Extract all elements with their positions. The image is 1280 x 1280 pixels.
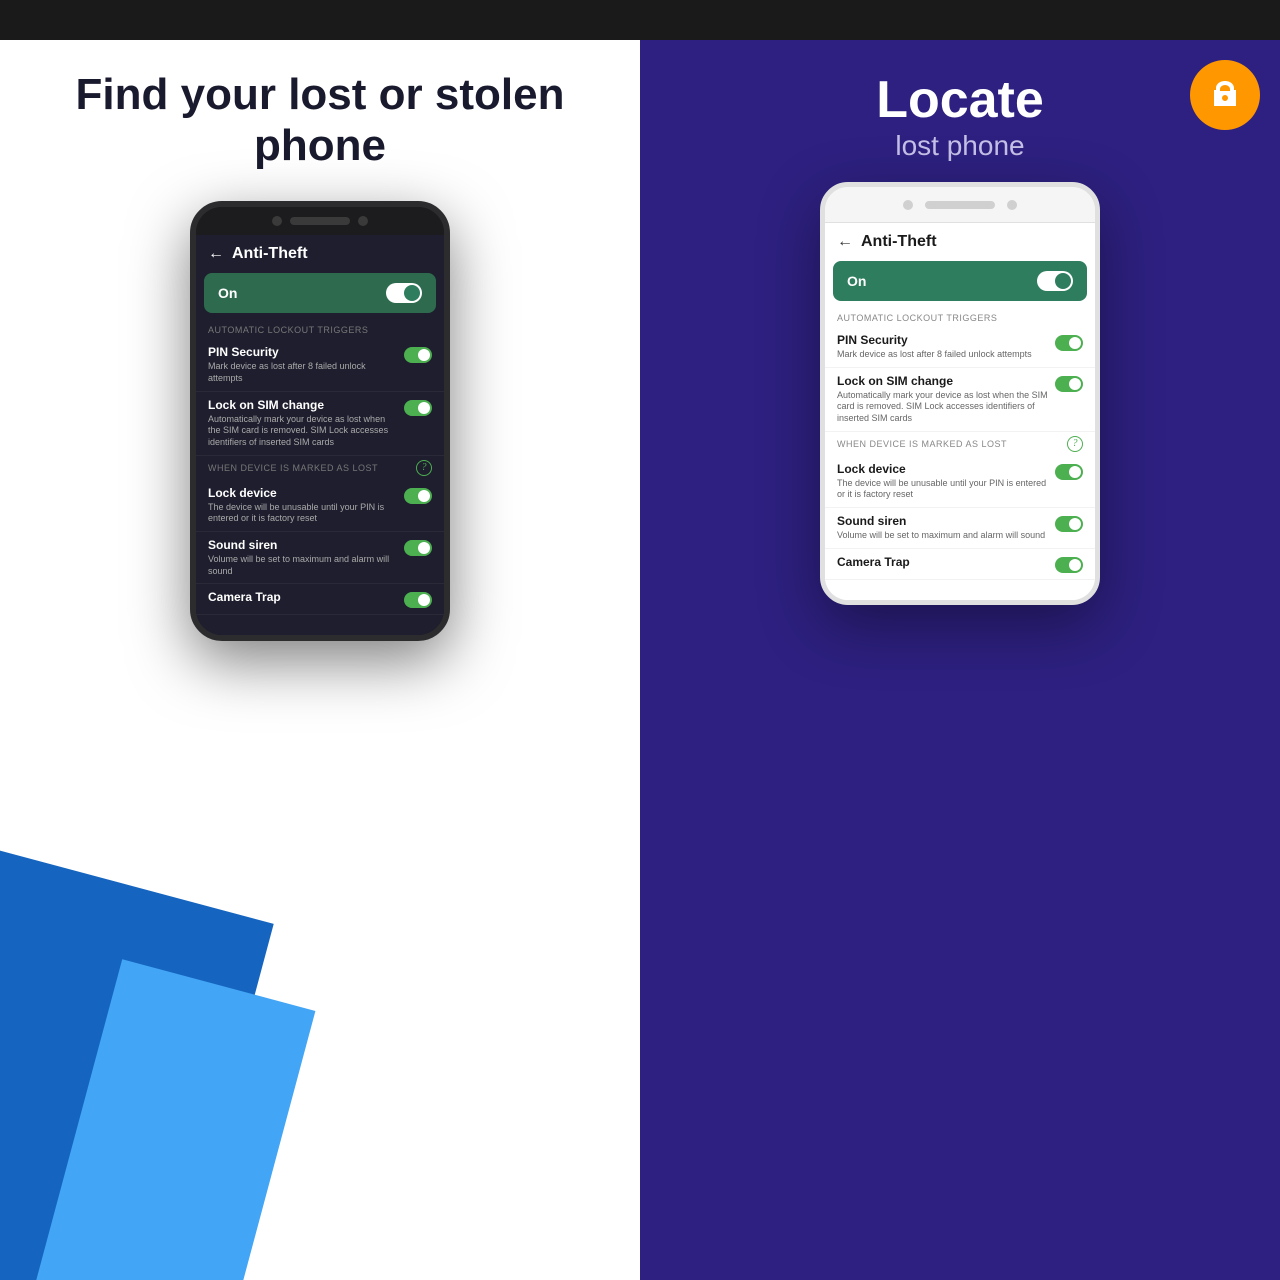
left-camera-toggle[interactable] (404, 592, 432, 608)
left-speaker (290, 217, 350, 225)
right-toggle-bar[interactable]: On (833, 261, 1087, 301)
left-setting-camera-trap: Camera Trap (196, 584, 444, 615)
right-phone-mockup: ← Anti-Theft On AUTOMATIC LOCKOUT TRIGGE… (820, 182, 1100, 605)
left-phone-notch (196, 207, 444, 235)
left-pin-toggle[interactable] (404, 347, 432, 363)
right-back-arrow[interactable]: ← (837, 233, 853, 251)
right-phone-screen: ← Anti-Theft On AUTOMATIC LOCKOUT TRIGGE… (825, 223, 1095, 600)
right-phone-notch (825, 187, 1095, 223)
right-notch-dot1 (903, 200, 913, 210)
right-camera-title: Camera Trap (837, 555, 1049, 569)
left-back-arrow[interactable]: ← (208, 245, 224, 263)
left-lock-toggle[interactable] (404, 488, 432, 504)
right-pin-desc: Mark device as lost after 8 failed unloc… (837, 349, 1049, 361)
left-setting-siren: Sound siren Volume will be set to maximu… (196, 532, 444, 584)
left-siren-toggle[interactable] (404, 540, 432, 556)
left-camera-dot (272, 216, 282, 226)
right-antitheft-title: Anti-Theft (861, 233, 937, 251)
left-sim-desc: Automatically mark your device as lost w… (208, 414, 398, 449)
left-help-icon[interactable]: ? (416, 460, 432, 476)
right-notch-dot2 (1007, 200, 1017, 210)
main-content: Find your lost or stolen phone ← Anti-Th… (0, 40, 1280, 1280)
right-pin-toggle[interactable] (1055, 335, 1083, 351)
left-section-label-2: WHEN DEVICE IS MARKED AS LOST (208, 463, 378, 473)
right-sim-desc: Automatically mark your device as lost w… (837, 390, 1049, 425)
top-bar-right (640, 0, 1280, 40)
left-pin-title: PIN Security (208, 345, 398, 359)
right-setting-siren: Sound siren Volume will be set to maximu… (825, 508, 1095, 549)
left-sim-title: Lock on SIM change (208, 398, 398, 412)
left-camera-text: Camera Trap (208, 590, 398, 606)
right-pin-text: PIN Security Mark device as lost after 8… (837, 333, 1049, 361)
right-lock-text: Lock device The device will be unusable … (837, 462, 1049, 501)
right-pin-title: PIN Security (837, 333, 1049, 347)
left-sim-toggle[interactable] (404, 400, 432, 416)
right-setting-lock-device: Lock device The device will be unusable … (825, 456, 1095, 508)
left-section-label-1: AUTOMATIC LOCKOUT TRIGGERS (196, 321, 444, 339)
left-antitheft-title: Anti-Theft (232, 245, 308, 263)
right-bottom-space (825, 580, 1095, 600)
left-headline: Find your lost or stolen phone (20, 70, 620, 171)
right-help-icon[interactable]: ? (1067, 436, 1083, 452)
badge-icon (1207, 77, 1243, 113)
left-master-toggle[interactable] (386, 283, 422, 303)
right-camera-toggle[interactable] (1055, 557, 1083, 573)
left-siren-desc: Volume will be set to maximum and alarm … (208, 554, 398, 577)
left-toggle-bar[interactable]: On (204, 273, 436, 313)
right-sim-title: Lock on SIM change (837, 374, 1049, 388)
right-panel: Locate lost phone ← Anti-Theft On (640, 40, 1280, 1280)
right-sim-toggle[interactable] (1055, 376, 1083, 392)
right-lock-desc: The device will be unusable until your P… (837, 478, 1049, 501)
right-setting-sim-change: Lock on SIM change Automatically mark yo… (825, 368, 1095, 432)
left-setting-pin-security: PIN Security Mark device as lost after 8… (196, 339, 444, 391)
right-siren-title: Sound siren (837, 514, 1049, 528)
top-bar-left (0, 0, 640, 40)
left-bottom-space (196, 615, 444, 635)
right-siren-desc: Volume will be set to maximum and alarm … (837, 530, 1049, 542)
left-lock-desc: The device will be unusable until your P… (208, 502, 398, 525)
right-section-label-1: AUTOMATIC LOCKOUT TRIGGERS (825, 309, 1095, 327)
left-sim-text: Lock on SIM change Automatically mark yo… (208, 398, 398, 449)
right-section-label-2: WHEN DEVICE IS MARKED AS LOST (837, 439, 1007, 449)
right-headline-sub: lost phone (876, 130, 1044, 162)
left-pin-desc: Mark device as lost after 8 failed unloc… (208, 361, 398, 384)
right-antitheft-header: ← Anti-Theft (825, 223, 1095, 261)
left-camera-dot2 (358, 216, 368, 226)
right-setting-camera-trap: Camera Trap (825, 549, 1095, 580)
left-section-label-2-container: WHEN DEVICE IS MARKED AS LOST ? (196, 456, 444, 480)
left-phone-mockup: ← Anti-Theft On AUTOMATIC LOCKOUT TRIGGE… (190, 201, 450, 641)
left-setting-lock-device: Lock device The device will be unusable … (196, 480, 444, 532)
right-setting-pin-security: PIN Security Mark device as lost after 8… (825, 327, 1095, 368)
orange-badge (1190, 60, 1260, 130)
right-sim-text: Lock on SIM change Automatically mark yo… (837, 374, 1049, 425)
right-lock-title: Lock device (837, 462, 1049, 476)
left-pin-text: PIN Security Mark device as lost after 8… (208, 345, 398, 384)
right-toggle-label: On (847, 273, 866, 289)
left-camera-title: Camera Trap (208, 590, 398, 604)
right-notch-pill (925, 201, 995, 209)
right-section-label-2-container: WHEN DEVICE IS MARKED AS LOST ? (825, 432, 1095, 456)
left-toggle-label: On (218, 285, 237, 301)
right-headline-main: Locate (876, 70, 1044, 130)
left-siren-title: Sound siren (208, 538, 398, 552)
right-headline: Locate lost phone (876, 70, 1044, 162)
right-siren-text: Sound siren Volume will be set to maximu… (837, 514, 1049, 542)
left-setting-sim-change: Lock on SIM change Automatically mark yo… (196, 392, 444, 456)
left-lock-title: Lock device (208, 486, 398, 500)
left-lock-text: Lock device The device will be unusable … (208, 486, 398, 525)
right-siren-toggle[interactable] (1055, 516, 1083, 532)
right-camera-text: Camera Trap (837, 555, 1049, 571)
right-master-toggle[interactable] (1037, 271, 1073, 291)
left-phone-screen: ← Anti-Theft On AUTOMATIC LOCKOUT TRIGGE… (196, 235, 444, 635)
left-siren-text: Sound siren Volume will be set to maximu… (208, 538, 398, 577)
top-bar (0, 0, 1280, 40)
right-lock-toggle[interactable] (1055, 464, 1083, 480)
left-panel: Find your lost or stolen phone ← Anti-Th… (0, 40, 640, 1280)
left-antitheft-header: ← Anti-Theft (196, 235, 444, 273)
